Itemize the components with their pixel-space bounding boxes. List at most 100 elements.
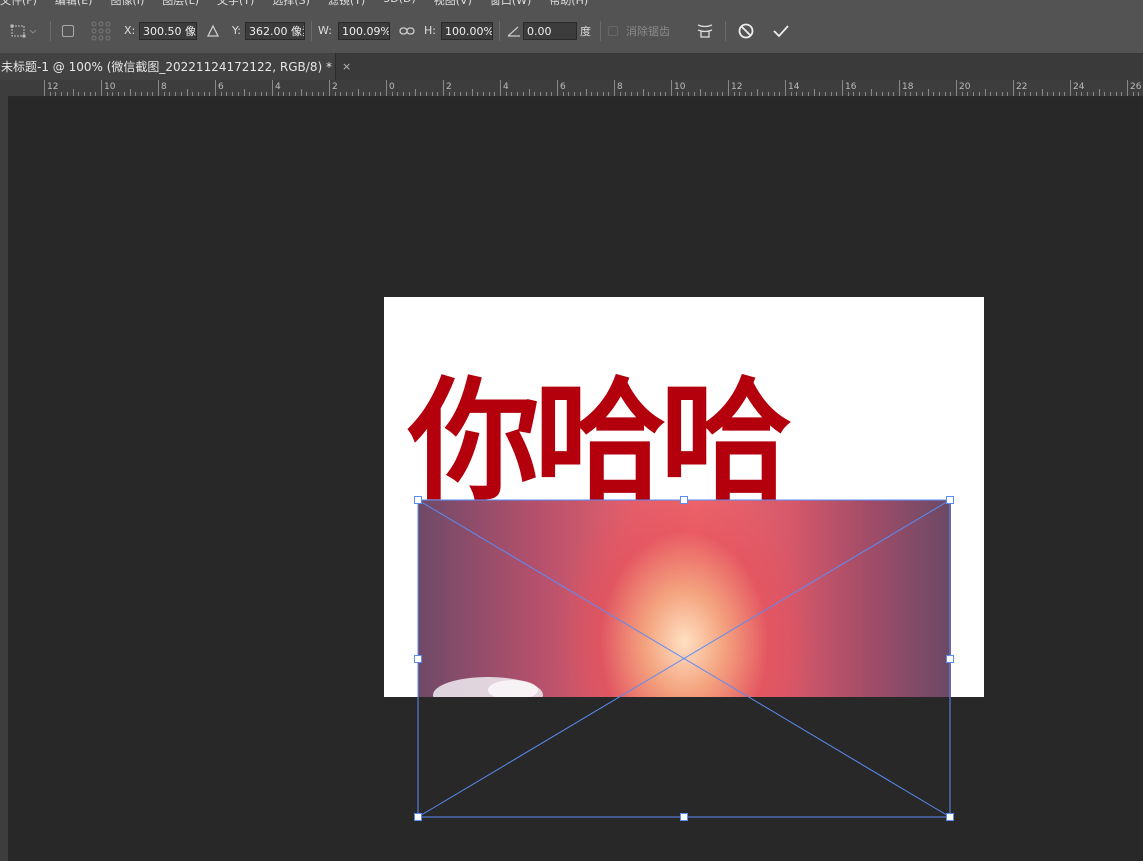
menu-item[interactable]: 视图(V) — [434, 0, 472, 8]
ruler-tick — [699, 89, 701, 96]
ruler-tick — [106, 92, 108, 96]
h-field-wrap: 100.00% — [441, 8, 493, 53]
ruler-tick — [568, 92, 570, 96]
ruler-tick — [1058, 92, 1060, 96]
ruler-tick — [648, 92, 650, 96]
ruler-tick — [277, 92, 279, 96]
menu-item[interactable]: 文字(Y) — [217, 0, 254, 8]
ruler-tick — [1035, 92, 1037, 96]
y-input[interactable]: 362.00 像素 — [245, 21, 305, 40]
horizontal-ruler[interactable]: 12 10 8 6 4 2 0 2 4 6 8 10 12 14 16 18 20 22 24 26 — [0, 80, 1143, 97]
ruler-tick — [61, 92, 63, 96]
ruler-tick — [243, 89, 245, 96]
cancel-transform-icon[interactable] — [737, 8, 755, 53]
ruler-tick — [192, 92, 194, 96]
ruler-tick — [129, 89, 131, 96]
ruler-tick — [83, 92, 85, 96]
menu-item[interactable]: 编辑(E) — [55, 0, 93, 8]
menu-item[interactable]: 图层(L) — [162, 0, 199, 8]
ruler-tick — [505, 92, 507, 96]
link-icon[interactable] — [399, 8, 415, 53]
transform-tool-icon[interactable] — [8, 8, 38, 53]
ruler-tick — [904, 92, 906, 96]
antialias-checkbox[interactable] — [608, 8, 618, 53]
ruler-tick — [716, 92, 718, 96]
ruler-tick — [990, 92, 992, 96]
ruler-tick — [557, 80, 558, 96]
ruler-tick — [750, 92, 752, 96]
ruler-tick — [859, 92, 861, 96]
menu-item[interactable]: 选择(S) — [272, 0, 310, 8]
ruler-tick — [471, 89, 473, 96]
ruler-tick — [824, 92, 826, 96]
x-input[interactable]: 300.50 像素 — [139, 21, 197, 40]
ruler-tick — [733, 92, 735, 96]
ruler-label: 20 — [959, 82, 971, 92]
ruler-tick — [123, 92, 125, 96]
menu-item[interactable]: 文件(F) — [0, 0, 37, 8]
ruler-tick — [522, 92, 524, 96]
ruler-tick — [591, 92, 593, 96]
y-field-wrap: 362.00 像素 — [245, 8, 305, 53]
h-label: H: — [424, 24, 436, 37]
ruler-tick — [311, 92, 313, 96]
ruler-tick — [893, 92, 895, 96]
ruler-tick — [876, 92, 878, 96]
ruler-tick — [551, 92, 553, 96]
ruler-tick — [864, 92, 866, 96]
menu-item[interactable]: 帮助(H) — [549, 0, 588, 8]
menu-item[interactable]: 窗口(W) — [490, 0, 531, 8]
ruler-tick — [534, 92, 536, 96]
ruler-tick — [574, 92, 576, 96]
ruler-tick — [602, 92, 604, 96]
menu-item[interactable]: 图像(I) — [110, 0, 144, 8]
ruler-tick — [1075, 92, 1077, 96]
angle-input[interactable]: 0.00 — [523, 21, 577, 40]
vertical-ruler[interactable] — [0, 96, 8, 861]
warp-mode-icon[interactable] — [695, 8, 715, 53]
ruler-label: 8 — [617, 82, 623, 92]
ruler-tick — [454, 92, 456, 96]
ruler-tick — [1064, 92, 1066, 96]
menu-item[interactable]: 3D(D) — [383, 0, 416, 8]
ruler-tick — [220, 92, 222, 96]
h-input[interactable]: 100.00% — [441, 21, 493, 40]
relative-position-icon[interactable] — [206, 8, 220, 53]
ruler-tick — [89, 92, 91, 96]
reference-point-grid-icon[interactable] — [90, 8, 112, 53]
ruler-tick — [961, 92, 963, 96]
ruler-tick — [927, 89, 929, 96]
ruler-tick — [254, 92, 256, 96]
ruler-tick — [688, 92, 690, 96]
ruler-tick — [1104, 92, 1106, 96]
tab-document[interactable]: 未标题-1 @ 100% (微信截图_20221124172122, RGB/8… — [0, 53, 351, 80]
ruler-tick — [140, 92, 142, 96]
ruler-tick — [608, 92, 610, 96]
w-input[interactable]: 100.09% — [338, 21, 390, 40]
ruler-tick — [528, 89, 530, 96]
ruler-tick — [676, 92, 678, 96]
ruler-tick — [391, 92, 393, 96]
ruler-tick — [813, 89, 815, 96]
ruler-tick — [517, 92, 519, 96]
placed-image-layer[interactable] — [418, 500, 951, 697]
tab-close-icon[interactable]: × — [342, 60, 351, 73]
ruler-tick — [403, 92, 405, 96]
ruler-tick — [408, 92, 410, 96]
ruler-tick — [477, 92, 479, 96]
commit-transform-icon[interactable] — [771, 8, 791, 53]
ruler-tick — [289, 92, 291, 96]
ruler-tick — [511, 92, 513, 96]
ruler-tick — [215, 80, 216, 96]
ruler-tick — [665, 92, 667, 96]
angle-unit: 度 — [580, 24, 591, 38]
ruler-label: 12 — [731, 82, 743, 92]
ruler-tick — [944, 92, 946, 96]
handle-bottom-right — [946, 813, 954, 821]
ruler-tick — [978, 92, 980, 96]
ruler-tick — [266, 92, 268, 96]
reference-point-toggle[interactable] — [62, 8, 74, 53]
y-label: Y: — [232, 24, 241, 37]
menu-item[interactable]: 滤镜(T) — [328, 0, 365, 8]
ruler-tick — [773, 92, 775, 96]
